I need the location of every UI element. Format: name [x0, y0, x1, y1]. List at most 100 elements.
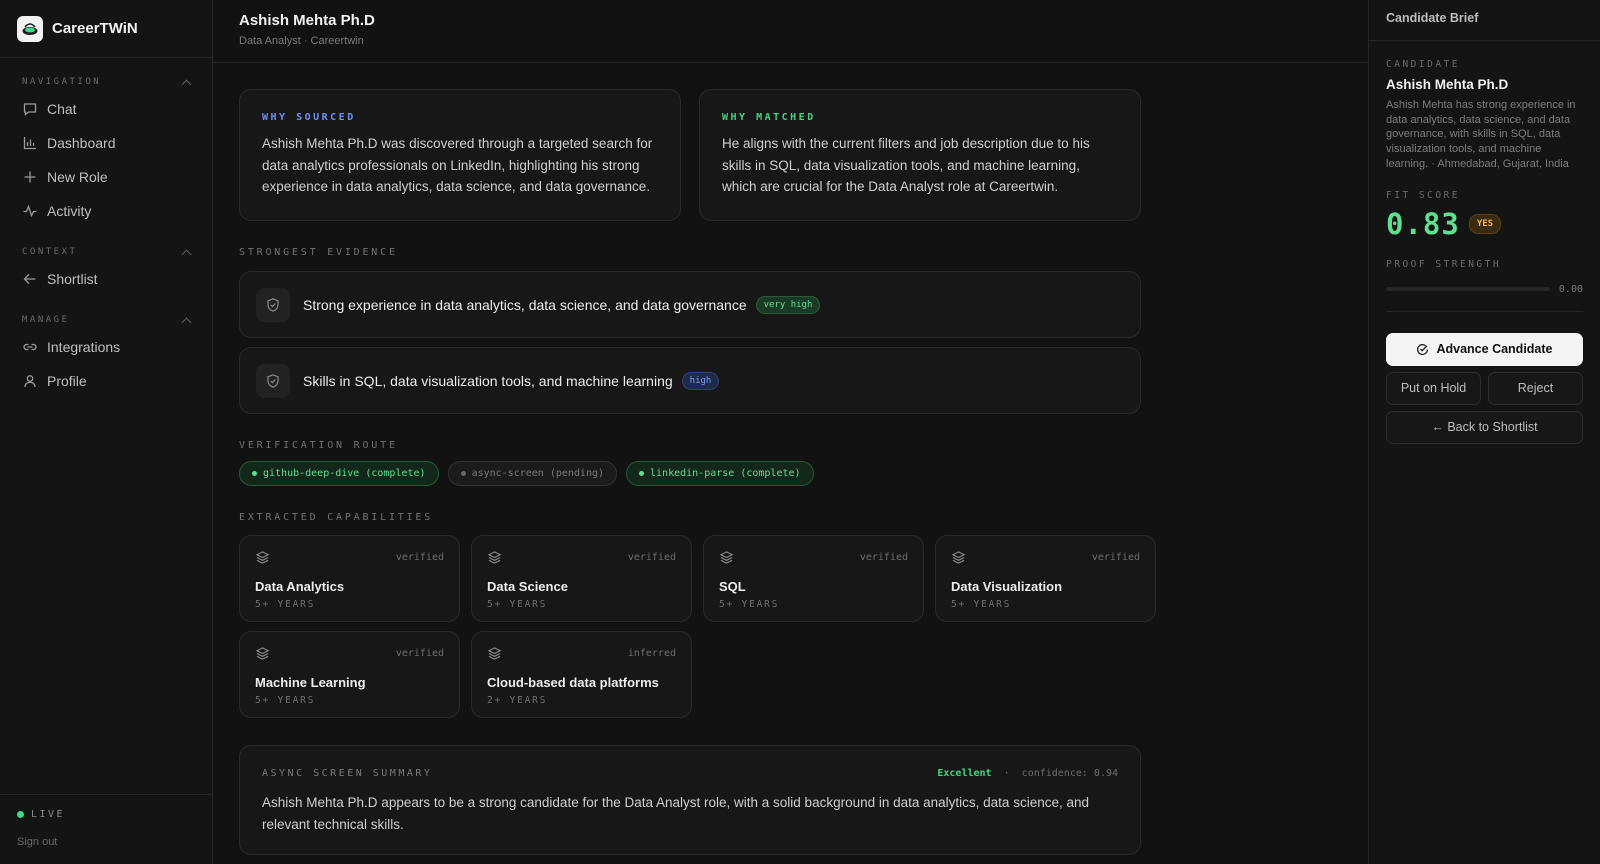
- proof-strength-value: 0.00: [1558, 283, 1583, 295]
- brief-title: Candidate Brief: [1369, 0, 1600, 41]
- status-dot-icon: [460, 471, 466, 476]
- shield-icon: [256, 287, 290, 322]
- proof-strength-bar: [1386, 287, 1550, 292]
- capability-status: inferred: [627, 648, 676, 659]
- why-matched-card: WHY MATCHED He aligns with the current f…: [699, 89, 1141, 221]
- sidebar-item-label: Dashboard: [47, 135, 116, 151]
- reject-button[interactable]: Reject: [1488, 371, 1583, 405]
- evidence-level-badge: high: [681, 371, 720, 390]
- capability-card: verified Data Science 5+ YEARS: [471, 535, 692, 622]
- main-content: Ashish Mehta Ph.D Data Analyst · Careert…: [213, 0, 1368, 864]
- advance-candidate-button[interactable]: Advance Candidate: [1386, 332, 1583, 366]
- nav-section-manage: MANAGE Integrations Profile: [0, 296, 212, 398]
- sidebar-item-label: Profile: [47, 373, 87, 389]
- capability-status: verified: [395, 648, 444, 659]
- fit-score-label: FIT SCORE: [1386, 189, 1460, 201]
- sidebar-item-label: New Role: [47, 169, 108, 185]
- nav-section-context: CONTEXT Shortlist: [0, 228, 212, 296]
- logo-icon: [17, 15, 43, 42]
- page-title: Ashish Mehta Ph.D: [239, 12, 375, 29]
- sign-out-link[interactable]: Sign out: [17, 836, 195, 848]
- layers-icon: [487, 551, 502, 564]
- section-toggle-manage[interactable]: MANAGE: [14, 310, 198, 330]
- capability-name: SQL: [719, 579, 746, 594]
- capability-status: verified: [395, 552, 444, 563]
- sidebar-item-new-role[interactable]: New Role: [14, 160, 198, 194]
- live-status: LIVE: [17, 809, 195, 820]
- capability-years: 5+ YEARS: [719, 599, 780, 610]
- capability-years: 5+ YEARS: [487, 599, 548, 610]
- summary-header: ASYNC SCREEN SUMMARY Excellent · confide…: [262, 768, 1118, 779]
- page-subtitle: Data Analyst · Careertwin: [239, 35, 364, 47]
- live-label: LIVE: [31, 809, 66, 820]
- why-sourced-label: WHY SOURCED: [262, 112, 356, 123]
- fit-score-value: 0.83: [1386, 206, 1460, 241]
- sidebar: CareerTWiN NAVIGATION Chat Dashboard New…: [0, 0, 213, 864]
- capability-years: 5+ YEARS: [255, 695, 316, 706]
- brand: CareerTWiN: [0, 0, 212, 58]
- capability-name: Machine Learning: [255, 675, 366, 690]
- evidence-heading: STRONGEST EVIDENCE: [239, 247, 398, 258]
- candidate-detail: WHY SOURCED Ashish Mehta Ph.D was discov…: [213, 63, 1167, 855]
- capability-name: Cloud-based data platforms: [487, 675, 659, 690]
- route-label: linkedin-parse (complete): [650, 468, 801, 479]
- activity-icon: [23, 204, 37, 218]
- capability-card: inferred Cloud-based data platforms 2+ Y…: [471, 631, 692, 718]
- capabilities-grid: verified Data Analytics 5+ YEARS verifie…: [239, 535, 1156, 718]
- chat-icon: [23, 103, 37, 116]
- capability-years: 2+ YEARS: [487, 695, 548, 706]
- capability-name: Data Visualization: [951, 579, 1063, 594]
- page-header: Ashish Mehta Ph.D Data Analyst · Careert…: [213, 0, 1368, 63]
- layers-icon: [255, 551, 270, 564]
- route-chip[interactable]: github-deep-dive (complete): [239, 461, 439, 486]
- put-on-hold-button[interactable]: Put on Hold: [1386, 371, 1481, 405]
- route-label: async-screen (pending): [471, 468, 605, 479]
- sidebar-item-shortlist[interactable]: Shortlist: [14, 262, 198, 296]
- user-icon: [24, 375, 36, 388]
- plus-icon: [24, 171, 36, 183]
- capability-card: verified Data Visualization 5+ YEARS: [935, 535, 1156, 622]
- candidate-description: Ashish Mehta has strong experience in da…: [1386, 99, 1576, 170]
- capability-card: verified Machine Learning 5+ YEARS: [239, 631, 460, 718]
- route-label: github-deep-dive (complete): [263, 468, 426, 479]
- section-toggle-context[interactable]: CONTEXT: [14, 242, 198, 262]
- candidate-label: CANDIDATE: [1386, 59, 1460, 70]
- capability-years: 5+ YEARS: [255, 599, 316, 610]
- evidence-item: Strong experience in data analytics, dat…: [239, 271, 1141, 338]
- summary-separator: ·: [1003, 768, 1010, 779]
- sidebar-item-activity[interactable]: Activity: [14, 194, 198, 228]
- route-chip[interactable]: linkedin-parse (complete): [626, 461, 814, 486]
- app-name: CareerTWiN: [52, 20, 138, 37]
- status-dot-icon: [17, 811, 24, 818]
- arrow-left-icon: [23, 274, 36, 284]
- fit-badge: YES: [1468, 213, 1502, 234]
- candidate-name: Ashish Mehta Ph.D: [1386, 77, 1509, 92]
- sidebar-item-dashboard[interactable]: Dashboard: [14, 126, 198, 160]
- proof-strength-row: 0.00: [1386, 284, 1583, 295]
- capability-status: verified: [859, 552, 908, 563]
- shield-icon: [256, 363, 290, 398]
- section-toggle-navigation[interactable]: NAVIGATION: [14, 72, 198, 92]
- chevron-up-icon: [181, 79, 192, 89]
- evidence-level-badge: very high: [755, 295, 821, 314]
- evidence-text: Skills in SQL, data visualization tools,…: [303, 372, 673, 389]
- status-dot-icon: [252, 471, 257, 476]
- why-sourced-card: WHY SOURCED Ashish Mehta Ph.D was discov…: [239, 89, 681, 221]
- why-sourced-text: Ashish Mehta Ph.D was discovered through…: [262, 136, 653, 194]
- layers-icon: [255, 647, 270, 660]
- sidebar-item-profile[interactable]: Profile: [14, 364, 198, 398]
- sidebar-item-integrations[interactable]: Integrations: [14, 330, 198, 364]
- candidate-brief-panel: Candidate Brief CANDIDATE Ashish Mehta P…: [1368, 0, 1600, 864]
- route-chip[interactable]: async-screen (pending): [447, 461, 618, 486]
- async-screen-summary: ASYNC SCREEN SUMMARY Excellent · confide…: [239, 745, 1141, 855]
- sidebar-item-chat[interactable]: Chat: [14, 92, 198, 126]
- sidebar-item-label: Chat: [47, 101, 77, 117]
- capabilities-heading: EXTRACTED CAPABILITIES: [239, 512, 434, 523]
- check-circle-icon: [1417, 343, 1429, 355]
- chevron-up-icon: [181, 317, 192, 327]
- back-to-shortlist-button[interactable]: ← Back to Shortlist: [1386, 410, 1583, 444]
- capability-name: Data Science: [487, 579, 568, 594]
- sidebar-item-label: Shortlist: [47, 271, 98, 287]
- bar-chart-icon: [23, 137, 36, 150]
- why-matched-text: He aligns with the current filters and j…: [722, 136, 1090, 194]
